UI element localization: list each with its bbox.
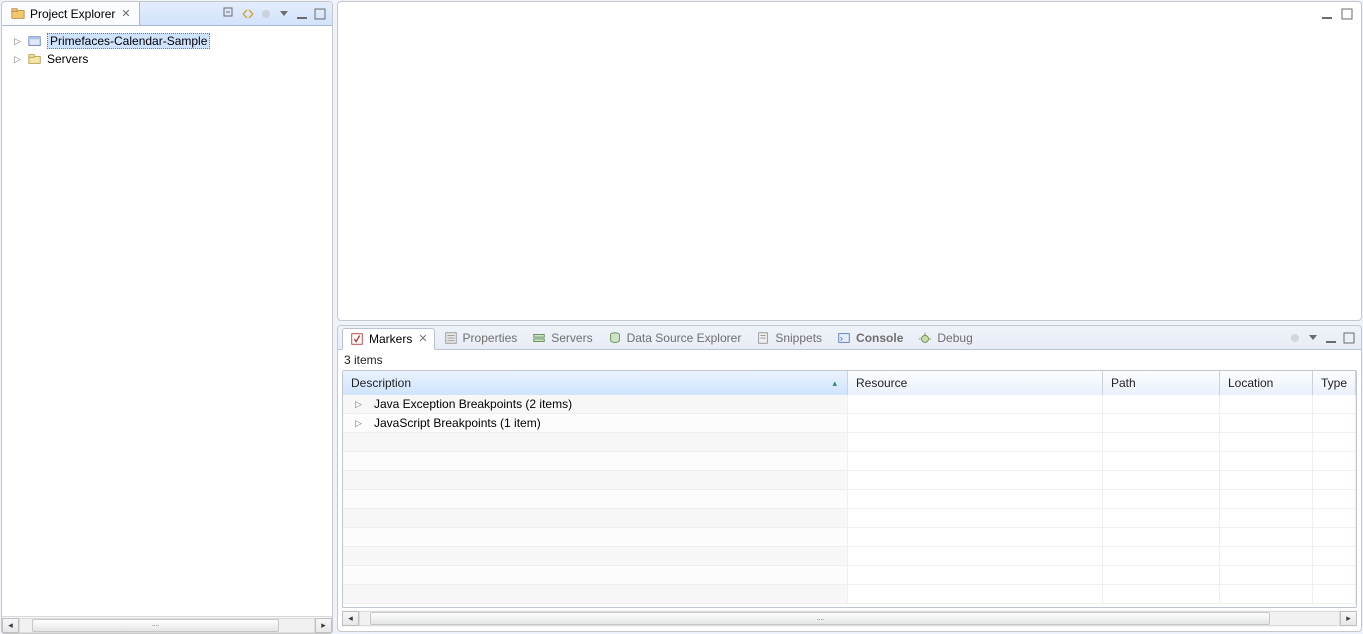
- servers-icon: [531, 330, 547, 346]
- bottom-toolbar: [1287, 330, 1357, 346]
- col-label: Type: [1321, 376, 1347, 390]
- col-description[interactable]: Description ▴: [343, 371, 848, 395]
- scroll-right-icon[interactable]: ▸: [1340, 611, 1357, 626]
- maximize-icon[interactable]: [1341, 330, 1357, 346]
- minimize-icon[interactable]: [294, 6, 310, 22]
- cell-description: JavaScript Breakpoints (1 item): [374, 416, 541, 430]
- collapse-all-icon[interactable]: [222, 6, 238, 22]
- tab-label: Debug: [937, 331, 972, 345]
- project-explorer-toolbar: [222, 2, 332, 25]
- tab-label: Data Source Explorer: [627, 331, 742, 345]
- markers-icon: [349, 331, 365, 347]
- editor-area: [337, 1, 1362, 321]
- tab-properties[interactable]: Properties: [437, 328, 524, 348]
- table-row: [343, 471, 1356, 490]
- table-row[interactable]: ▷ Java Exception Breakpoints (2 items): [343, 395, 1356, 414]
- project-explorer-pane: Project Explorer ✕ ▷: [1, 1, 333, 634]
- debug-icon: [917, 330, 933, 346]
- table-row: [343, 547, 1356, 566]
- close-icon[interactable]: ✕: [418, 332, 427, 345]
- project-tree[interactable]: ▷ Primefaces-Calendar-Sample ▷ Servers: [2, 26, 332, 616]
- tab-label: Servers: [551, 331, 592, 345]
- tree-item-primefaces[interactable]: ▷ Primefaces-Calendar-Sample: [8, 32, 332, 50]
- tab-console[interactable]: Console: [830, 328, 909, 348]
- folder-icon: [27, 51, 43, 67]
- table-row: [343, 490, 1356, 509]
- close-icon[interactable]: ✕: [121, 7, 130, 20]
- explorer-hscrollbar[interactable]: ◂ ▸: [2, 616, 332, 633]
- markers-table: Description ▴ Resource Path Location Typ…: [342, 370, 1357, 608]
- maximize-icon[interactable]: [1339, 6, 1355, 22]
- scroll-left-icon[interactable]: ◂: [342, 611, 359, 626]
- scroll-left-icon[interactable]: ◂: [2, 618, 19, 633]
- col-type[interactable]: Type: [1313, 371, 1356, 395]
- snippets-icon: [755, 330, 771, 346]
- tab-markers[interactable]: Markers ✕: [342, 328, 435, 350]
- col-label: Path: [1111, 376, 1136, 390]
- expand-icon[interactable]: ▷: [355, 399, 364, 410]
- tab-label: Markers: [369, 332, 412, 346]
- tree-item-servers[interactable]: ▷ Servers: [8, 50, 332, 68]
- link-editor-icon[interactable]: [240, 6, 256, 22]
- project-explorer-tab-label: Project Explorer: [30, 7, 115, 21]
- minimize-icon[interactable]: [1323, 330, 1339, 346]
- col-label: Location: [1228, 376, 1273, 390]
- table-body: ▷ Java Exception Breakpoints (2 items) ▷ J…: [343, 395, 1356, 607]
- tree-item-label: Primefaces-Calendar-Sample: [47, 33, 210, 49]
- table-row: [343, 566, 1356, 585]
- properties-icon: [443, 330, 459, 346]
- view-menu-icon[interactable]: [276, 6, 292, 22]
- table-row[interactable]: ▷ JavaScript Breakpoints (1 item): [343, 414, 1356, 433]
- sort-asc-icon: ▴: [832, 378, 837, 389]
- expand-icon[interactable]: ▷: [14, 36, 23, 47]
- tab-snippets[interactable]: Snippets: [749, 328, 828, 348]
- scroll-right-icon[interactable]: ▸: [315, 618, 332, 633]
- items-count: 3 items: [338, 350, 1361, 370]
- scroll-thumb[interactable]: [370, 612, 1271, 625]
- right-column: Markers ✕ Properties Servers Data Source…: [337, 0, 1363, 633]
- col-path[interactable]: Path: [1103, 371, 1220, 395]
- console-icon: [836, 330, 852, 346]
- expand-icon[interactable]: ▷: [14, 54, 23, 65]
- tab-servers[interactable]: Servers: [525, 328, 598, 348]
- view-menu-icon[interactable]: [1305, 330, 1321, 346]
- project-explorer-tab[interactable]: Project Explorer ✕: [2, 2, 140, 25]
- table-row: [343, 433, 1356, 452]
- bottom-tabbar: Markers ✕ Properties Servers Data Source…: [338, 326, 1361, 350]
- bottom-pane: Markers ✕ Properties Servers Data Source…: [337, 325, 1362, 632]
- tree-item-label: Servers: [47, 52, 88, 66]
- editor-controls: [1319, 6, 1355, 22]
- table-row: [343, 528, 1356, 547]
- scroll-thumb[interactable]: [32, 619, 279, 632]
- project-icon: [27, 33, 43, 49]
- tab-label: Console: [856, 331, 903, 345]
- scroll-track[interactable]: [19, 618, 315, 633]
- tab-datasource[interactable]: Data Source Explorer: [601, 328, 748, 348]
- markers-hscrollbar[interactable]: ◂ ▸: [342, 610, 1357, 627]
- minimize-icon[interactable]: [1319, 6, 1335, 22]
- tab-debug[interactable]: Debug: [911, 328, 978, 348]
- scroll-track[interactable]: [359, 611, 1340, 626]
- col-resource[interactable]: Resource: [848, 371, 1103, 395]
- focus-task-icon[interactable]: [1287, 330, 1303, 346]
- table-row: [343, 452, 1356, 471]
- maximize-icon[interactable]: [312, 6, 328, 22]
- col-label: Resource: [856, 376, 907, 390]
- explorer-icon: [10, 6, 26, 22]
- col-location[interactable]: Location: [1220, 371, 1313, 395]
- table-row: [343, 585, 1356, 604]
- tab-label: Snippets: [775, 331, 822, 345]
- table-header: Description ▴ Resource Path Location Typ…: [343, 371, 1356, 395]
- col-label: Description: [351, 376, 411, 390]
- tab-label: Properties: [463, 331, 518, 345]
- project-explorer-tabbar: Project Explorer ✕: [2, 2, 332, 26]
- table-row: [343, 509, 1356, 528]
- focus-task-icon[interactable]: [258, 6, 274, 22]
- datasource-icon: [607, 330, 623, 346]
- cell-description: Java Exception Breakpoints (2 items): [374, 397, 572, 411]
- expand-icon[interactable]: ▷: [355, 418, 364, 429]
